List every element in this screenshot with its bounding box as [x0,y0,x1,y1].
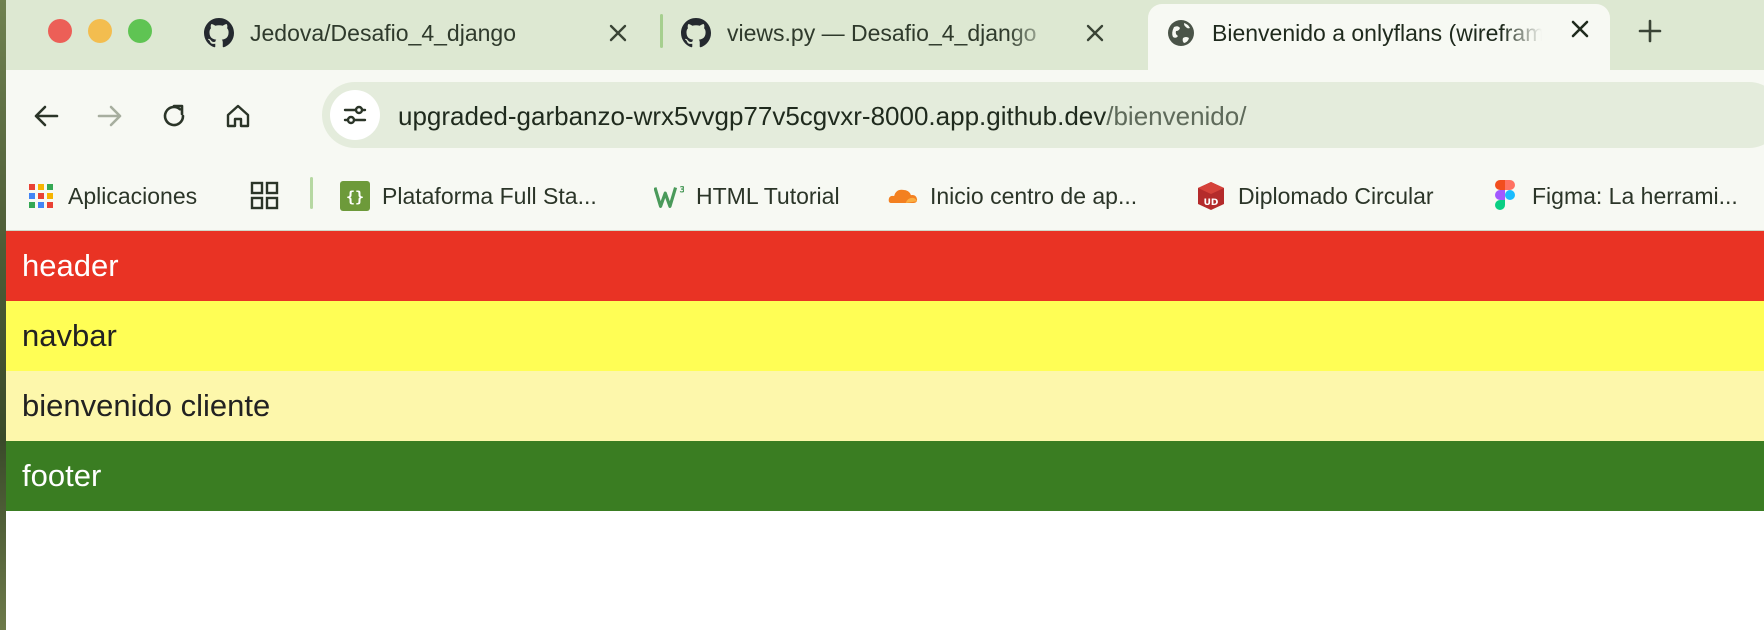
tab-title: Jedova/Desafio_4_django [250,19,516,46]
bookmark-diplomado[interactable]: UD Diplomado Circular [1196,177,1434,215]
arrow-left-icon [34,105,59,127]
url-text: upgraded-garbanzo-wrx5vvgp77v5cgvxr-8000… [398,101,1246,132]
apps-grid-icon [26,181,56,211]
bookmark-label: Inicio centro de ap... [930,182,1138,209]
new-tab-button[interactable] [1634,15,1666,47]
page-footer: footer [6,441,1764,511]
page-welcome-section: bienvenido cliente [6,371,1764,441]
close-icon[interactable] [1566,15,1594,43]
arrow-right-icon [97,105,122,127]
site-info-icon[interactable] [330,90,380,140]
tab-views-py[interactable]: views.py — Desafio_4_django [681,4,1121,62]
forward-button[interactable] [92,98,128,134]
close-icon[interactable] [1081,19,1109,47]
tab-groups-button[interactable] [250,177,280,215]
github-icon [681,18,711,48]
reload-icon [163,104,185,127]
bookmark-aplicaciones[interactable]: Aplicaciones [26,177,197,215]
bookmark-plataforma[interactable]: {} Plataforma Full Sta... [340,177,597,215]
home-button[interactable] [220,98,256,134]
tab-bienvenido-active[interactable]: Bienvenido a onlyflans (wireframe) [1148,4,1610,70]
tab-strip: Jedova/Desafio_4_django views.py — Desaf… [6,0,1764,70]
bookmark-figma[interactable]: Figma: La herrami... [1490,177,1738,215]
grid-icon [250,181,279,210]
url-host: upgraded-garbanzo-wrx5vvgp77v5cgvxr-8000… [398,101,1107,131]
back-button[interactable] [28,98,64,134]
url-path: /bienvenido/ [1106,101,1247,131]
svg-text:UD: UD [1204,198,1219,208]
svg-text:3: 3 [679,184,684,194]
github-icon [204,18,234,48]
bookmark-label: HTML Tutorial [696,182,840,209]
bookmark-html-tutorial[interactable]: 3 HTML Tutorial [654,177,840,215]
svg-text:{}: {} [346,188,364,206]
window-close-button[interactable] [48,19,72,43]
w3schools-icon: 3 [654,181,684,211]
bookmarks-separator [310,177,313,209]
code-braces-icon: {} [340,181,370,211]
bookmark-label: Figma: La herrami... [1532,182,1738,209]
cloud-icon [888,181,918,211]
tab-title: views.py — Desafio_4_django [727,19,1037,46]
reload-button[interactable] [156,98,192,134]
tab-title: Bienvenido a onlyflans (wireframe) [1212,19,1542,46]
bookmark-inicio-centro[interactable]: Inicio centro de ap... [888,177,1137,215]
close-icon[interactable] [604,19,632,47]
figma-icon [1490,180,1520,211]
plus-icon [1638,19,1662,43]
window-maximize-button[interactable] [128,19,152,43]
address-bar[interactable]: upgraded-garbanzo-wrx5vvgp77v5cgvxr-8000… [322,82,1764,148]
bookmarks-bar: Aplicaciones {} Plataforma Full Sta... 3… [6,162,1764,231]
bookmark-label: Diplomado Circular [1238,182,1434,209]
browser-window: Jedova/Desafio_4_django views.py — Desaf… [6,0,1764,630]
home-icon [226,104,250,128]
tab-separator [660,14,663,48]
page-header: header [6,231,1764,301]
tab-github-repo[interactable]: Jedova/Desafio_4_django [204,4,644,62]
udd-icon: UD [1196,181,1226,211]
bookmark-label: Aplicaciones [68,182,198,209]
bookmark-label: Plataforma Full Sta... [382,182,597,209]
window-minimize-button[interactable] [88,19,112,43]
browser-toolbar: upgraded-garbanzo-wrx5vvgp77v5cgvxr-8000… [6,70,1764,162]
globe-icon [1166,18,1196,48]
page-viewport: header navbar bienvenido cliente footer [6,231,1764,630]
page-navbar: navbar [6,301,1764,371]
